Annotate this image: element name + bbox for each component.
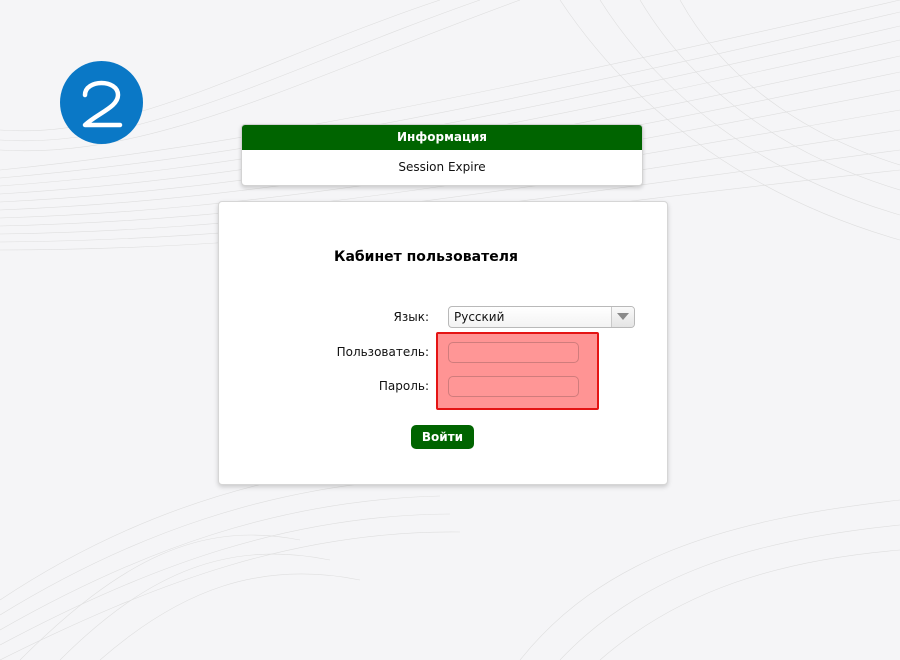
language-select-value: Русский <box>454 310 505 324</box>
login-card: Кабинет пользователя Язык: Русский Польз… <box>218 201 668 485</box>
login-button[interactable]: Войти <box>411 425 474 449</box>
step-number-two <box>82 80 123 128</box>
language-select[interactable]: Русский <box>448 306 635 328</box>
info-box: Информация Session Expire <box>241 124 643 186</box>
step-badge <box>60 61 143 144</box>
password-label: Пароль: <box>378 379 429 393</box>
username-label: Пользователь: <box>336 345 429 359</box>
dropdown-arrow-button[interactable] <box>611 307 634 327</box>
password-input[interactable] <box>448 376 579 397</box>
info-message: Session Expire <box>398 160 486 174</box>
chevron-down-icon <box>617 313 629 320</box>
login-title: Кабинет пользователя <box>334 249 518 265</box>
username-input[interactable] <box>448 342 579 363</box>
info-header: Информация <box>242 125 642 150</box>
language-label: Язык: <box>393 310 429 324</box>
